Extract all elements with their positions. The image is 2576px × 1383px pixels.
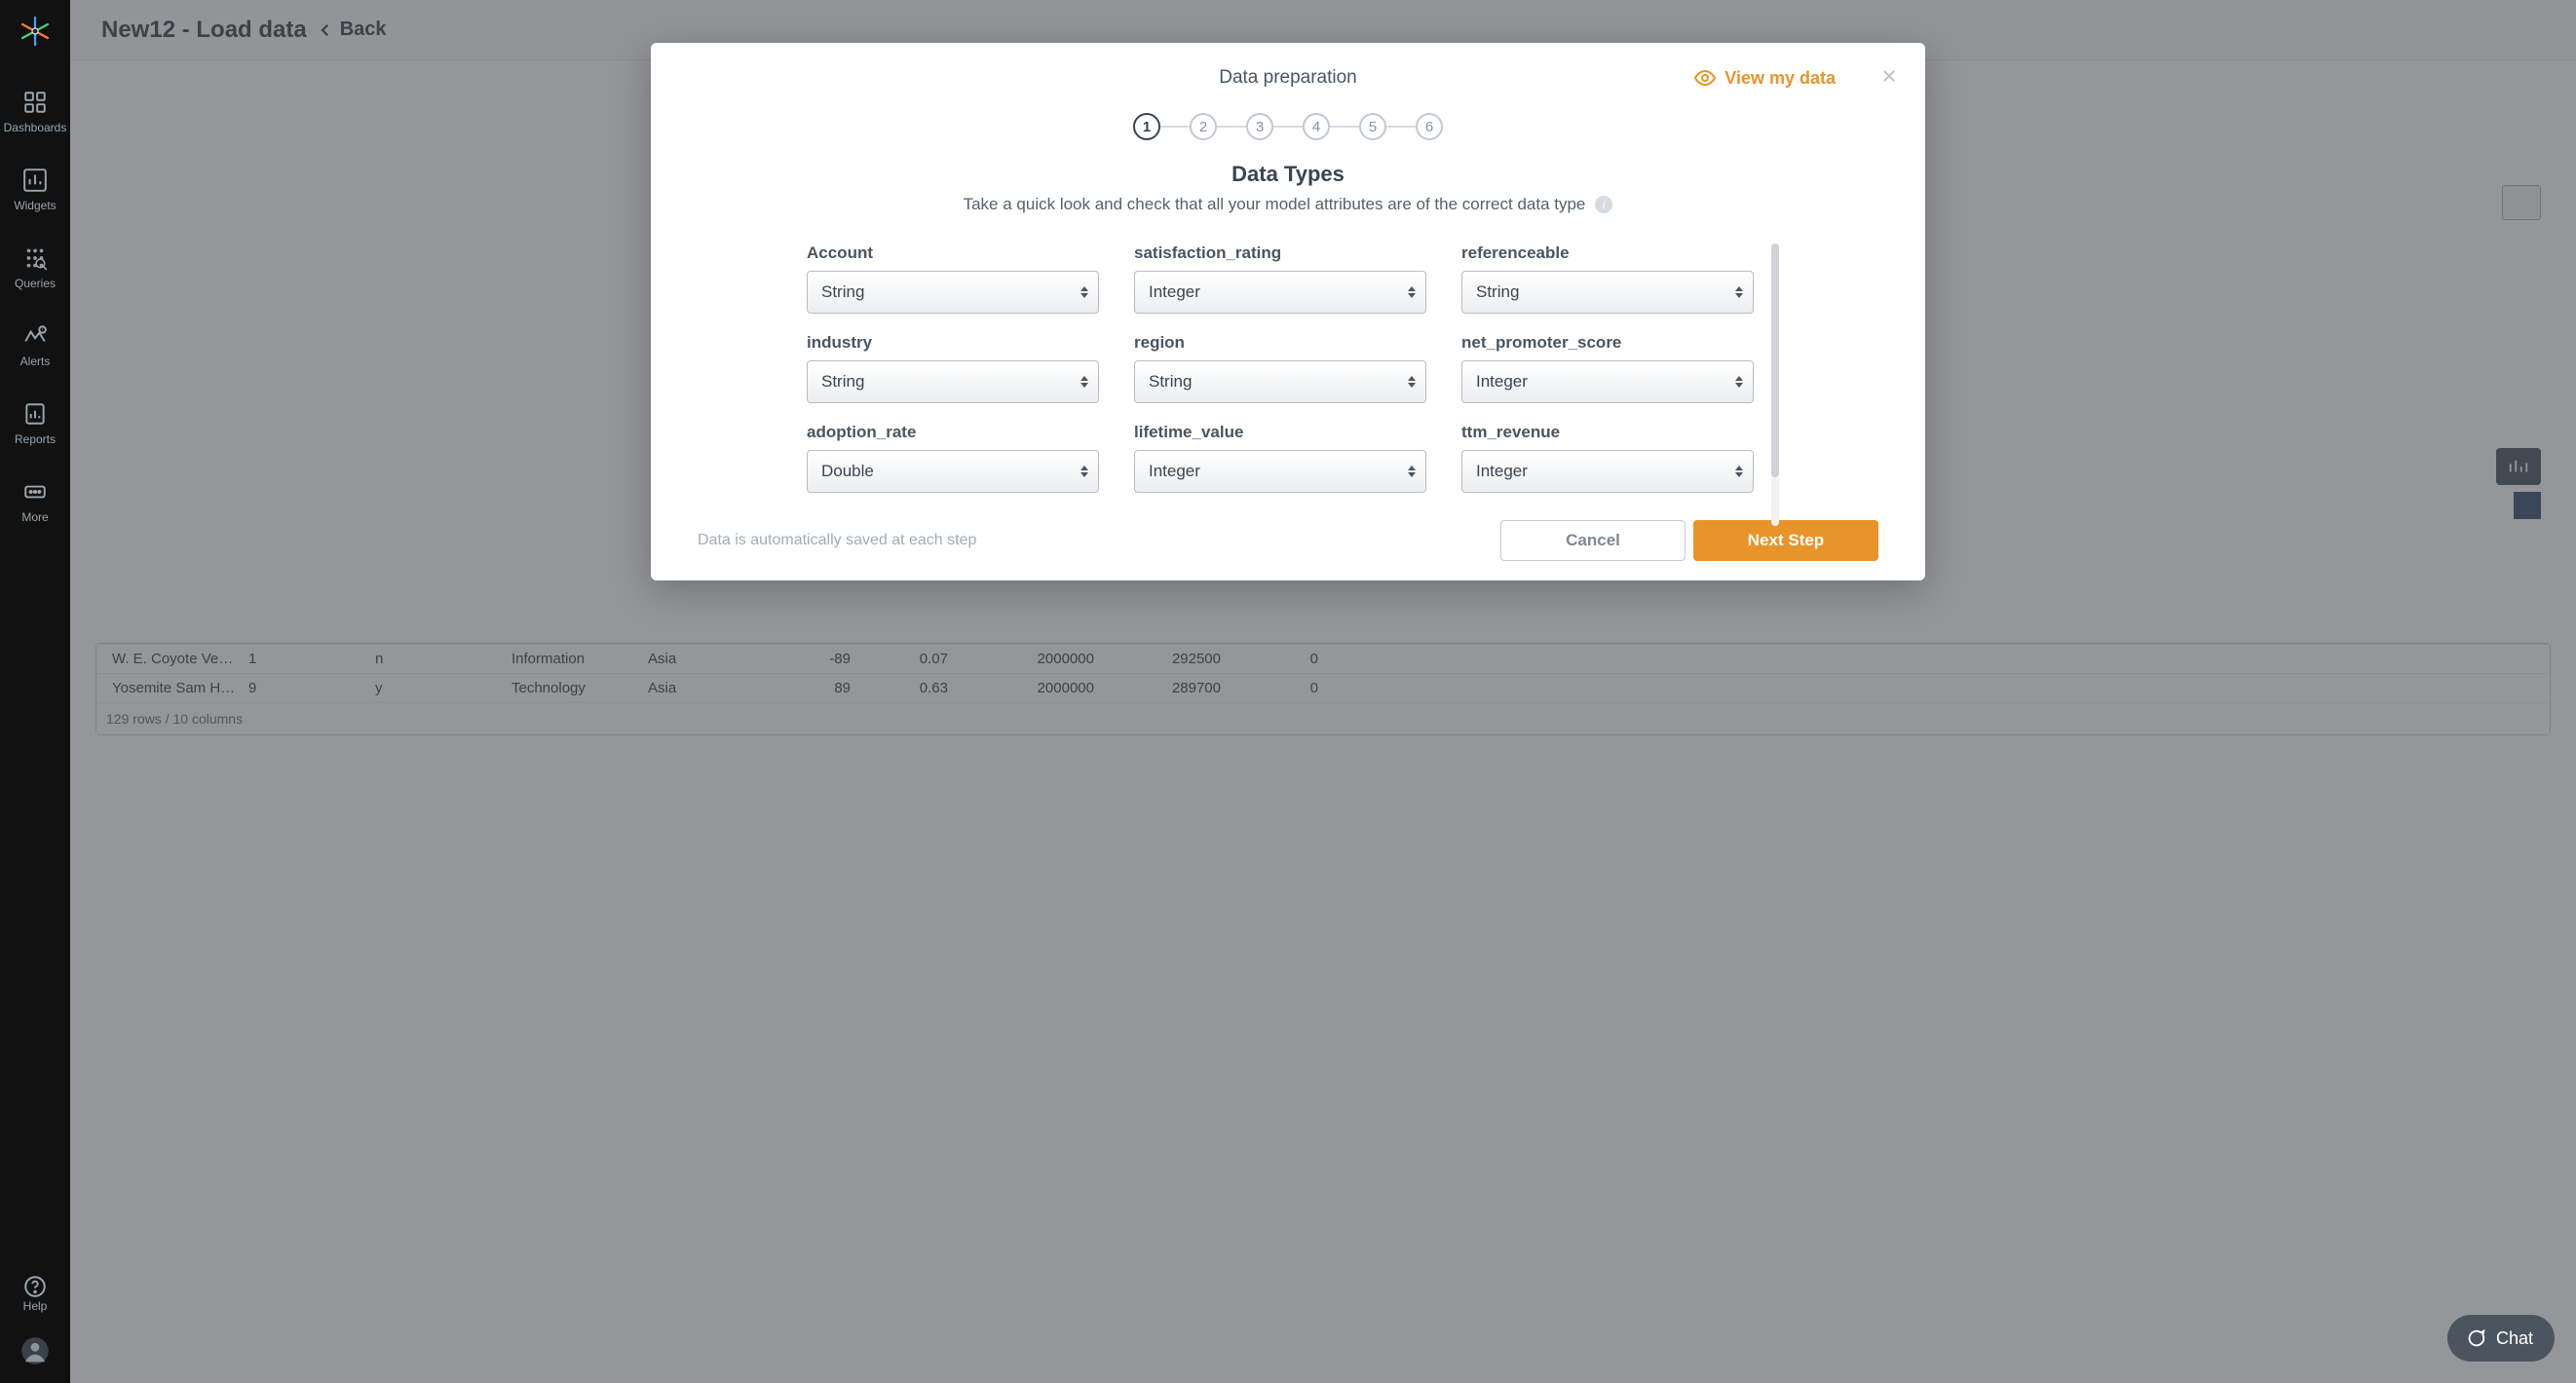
data-prep-modal: Data preparation View my data 1 2 3 4 5 … bbox=[651, 43, 1925, 580]
chevron-sort-icon bbox=[1735, 376, 1743, 388]
chevron-sort-icon bbox=[1080, 376, 1088, 388]
help-icon bbox=[22, 1274, 48, 1299]
more-icon bbox=[22, 479, 48, 505]
step-5[interactable]: 5 bbox=[1359, 113, 1386, 140]
sidebar-item-label: Reports bbox=[15, 432, 56, 446]
field-referenceable: referenceable String bbox=[1461, 243, 1754, 314]
sidebar-item-help[interactable]: Help bbox=[22, 1274, 48, 1313]
sidebar-item-dashboards[interactable]: Dashboards bbox=[4, 90, 67, 134]
app-sidebar: Dashboards Widgets Queries ! Alerts Repo… bbox=[0, 0, 70, 1383]
field-satisfaction-rating: satisfaction_rating Integer bbox=[1134, 243, 1426, 314]
sidebar-item-more[interactable]: More bbox=[21, 479, 48, 524]
sidebar-avatar[interactable] bbox=[20, 1336, 50, 1365]
field-label: net_promoter_score bbox=[1461, 333, 1754, 353]
field-select-net-promoter-score[interactable]: Integer bbox=[1461, 360, 1754, 403]
sidebar-item-label: More bbox=[21, 510, 48, 524]
field-lifetime-value: lifetime_value Integer bbox=[1134, 423, 1426, 493]
step-2[interactable]: 2 bbox=[1190, 113, 1217, 140]
field-net-promoter-score: net_promoter_score Integer bbox=[1461, 333, 1754, 403]
chevron-sort-icon bbox=[1408, 286, 1416, 298]
field-select-referenceable[interactable]: String bbox=[1461, 271, 1754, 314]
field-label: satisfaction_rating bbox=[1134, 243, 1426, 263]
sidebar-item-reports[interactable]: Reports bbox=[15, 401, 56, 446]
close-button[interactable] bbox=[1880, 67, 1898, 90]
chat-button[interactable]: Chat bbox=[2447, 1315, 2555, 1362]
field-select-region[interactable]: String bbox=[1134, 360, 1426, 403]
sidebar-item-queries[interactable]: Queries bbox=[15, 245, 56, 290]
close-icon bbox=[1880, 67, 1898, 85]
alerts-icon: ! bbox=[22, 323, 48, 349]
field-label: Account bbox=[807, 243, 1099, 263]
field-label: industry bbox=[807, 333, 1099, 353]
step-1[interactable]: 1 bbox=[1133, 113, 1160, 140]
chevron-sort-icon bbox=[1735, 466, 1743, 477]
field-adoption-rate: adoption_rate Double bbox=[807, 423, 1099, 493]
cancel-button[interactable]: Cancel bbox=[1500, 520, 1686, 561]
view-my-data-link[interactable]: View my data bbox=[1693, 66, 1836, 90]
eye-icon bbox=[1693, 66, 1717, 90]
chevron-sort-icon bbox=[1080, 466, 1088, 477]
field-industry: industry String bbox=[807, 333, 1099, 403]
app-logo bbox=[16, 12, 55, 51]
field-label: adoption_rate bbox=[807, 423, 1099, 442]
avatar-icon bbox=[20, 1336, 50, 1365]
scrollbar-thumb[interactable] bbox=[1771, 243, 1779, 477]
field-label: region bbox=[1134, 333, 1426, 353]
widgets-icon bbox=[22, 168, 48, 193]
field-select-ttm-revenue[interactable]: Integer bbox=[1461, 450, 1754, 493]
field-select-lifetime-value[interactable]: Integer bbox=[1134, 450, 1426, 493]
dashboards-icon bbox=[22, 90, 48, 115]
step-3[interactable]: 3 bbox=[1246, 113, 1273, 140]
field-select-adoption-rate[interactable]: Double bbox=[807, 450, 1099, 493]
step-4[interactable]: 4 bbox=[1303, 113, 1330, 140]
chevron-sort-icon bbox=[1735, 286, 1743, 298]
chevron-sort-icon bbox=[1080, 286, 1088, 298]
field-account: Account String bbox=[807, 243, 1099, 314]
sidebar-item-label: Dashboards bbox=[4, 121, 67, 134]
autosave-note: Data is automatically saved at each step bbox=[698, 532, 1493, 549]
queries-icon bbox=[22, 245, 48, 271]
field-select-satisfaction-rating[interactable]: Integer bbox=[1134, 271, 1426, 314]
field-grid: Account String satisfaction_rating Integ… bbox=[807, 243, 1769, 493]
field-select-industry[interactable]: String bbox=[807, 360, 1099, 403]
info-icon[interactable]: i bbox=[1595, 196, 1612, 213]
sidebar-item-label: Help bbox=[23, 1299, 48, 1313]
sidebar-item-alerts[interactable]: ! Alerts bbox=[20, 323, 51, 368]
field-ttm-revenue: ttm_revenue Integer bbox=[1461, 423, 1754, 493]
step-6[interactable]: 6 bbox=[1416, 113, 1443, 140]
chevron-sort-icon bbox=[1408, 466, 1416, 477]
field-label: lifetime_value bbox=[1134, 423, 1426, 442]
sidebar-item-label: Widgets bbox=[14, 199, 56, 212]
chat-icon bbox=[2465, 1327, 2486, 1349]
field-region: region String bbox=[1134, 333, 1426, 403]
next-step-button[interactable]: Next Step bbox=[1693, 520, 1878, 561]
stepper: 1 2 3 4 5 6 bbox=[651, 113, 1925, 140]
field-select-account[interactable]: String bbox=[807, 271, 1099, 314]
sidebar-item-label: Alerts bbox=[20, 355, 51, 368]
sidebar-item-label: Queries bbox=[15, 277, 56, 290]
sidebar-item-widgets[interactable]: Widgets bbox=[14, 168, 56, 212]
field-label: referenceable bbox=[1461, 243, 1754, 263]
reports-icon bbox=[22, 401, 48, 427]
field-label: ttm_revenue bbox=[1461, 423, 1754, 442]
section-title: Data Types bbox=[651, 162, 1925, 187]
section-subtitle: Take a quick look and check that all you… bbox=[651, 195, 1925, 214]
chevron-sort-icon bbox=[1408, 376, 1416, 388]
modal-footer: Data is automatically saved at each step… bbox=[651, 493, 1925, 561]
